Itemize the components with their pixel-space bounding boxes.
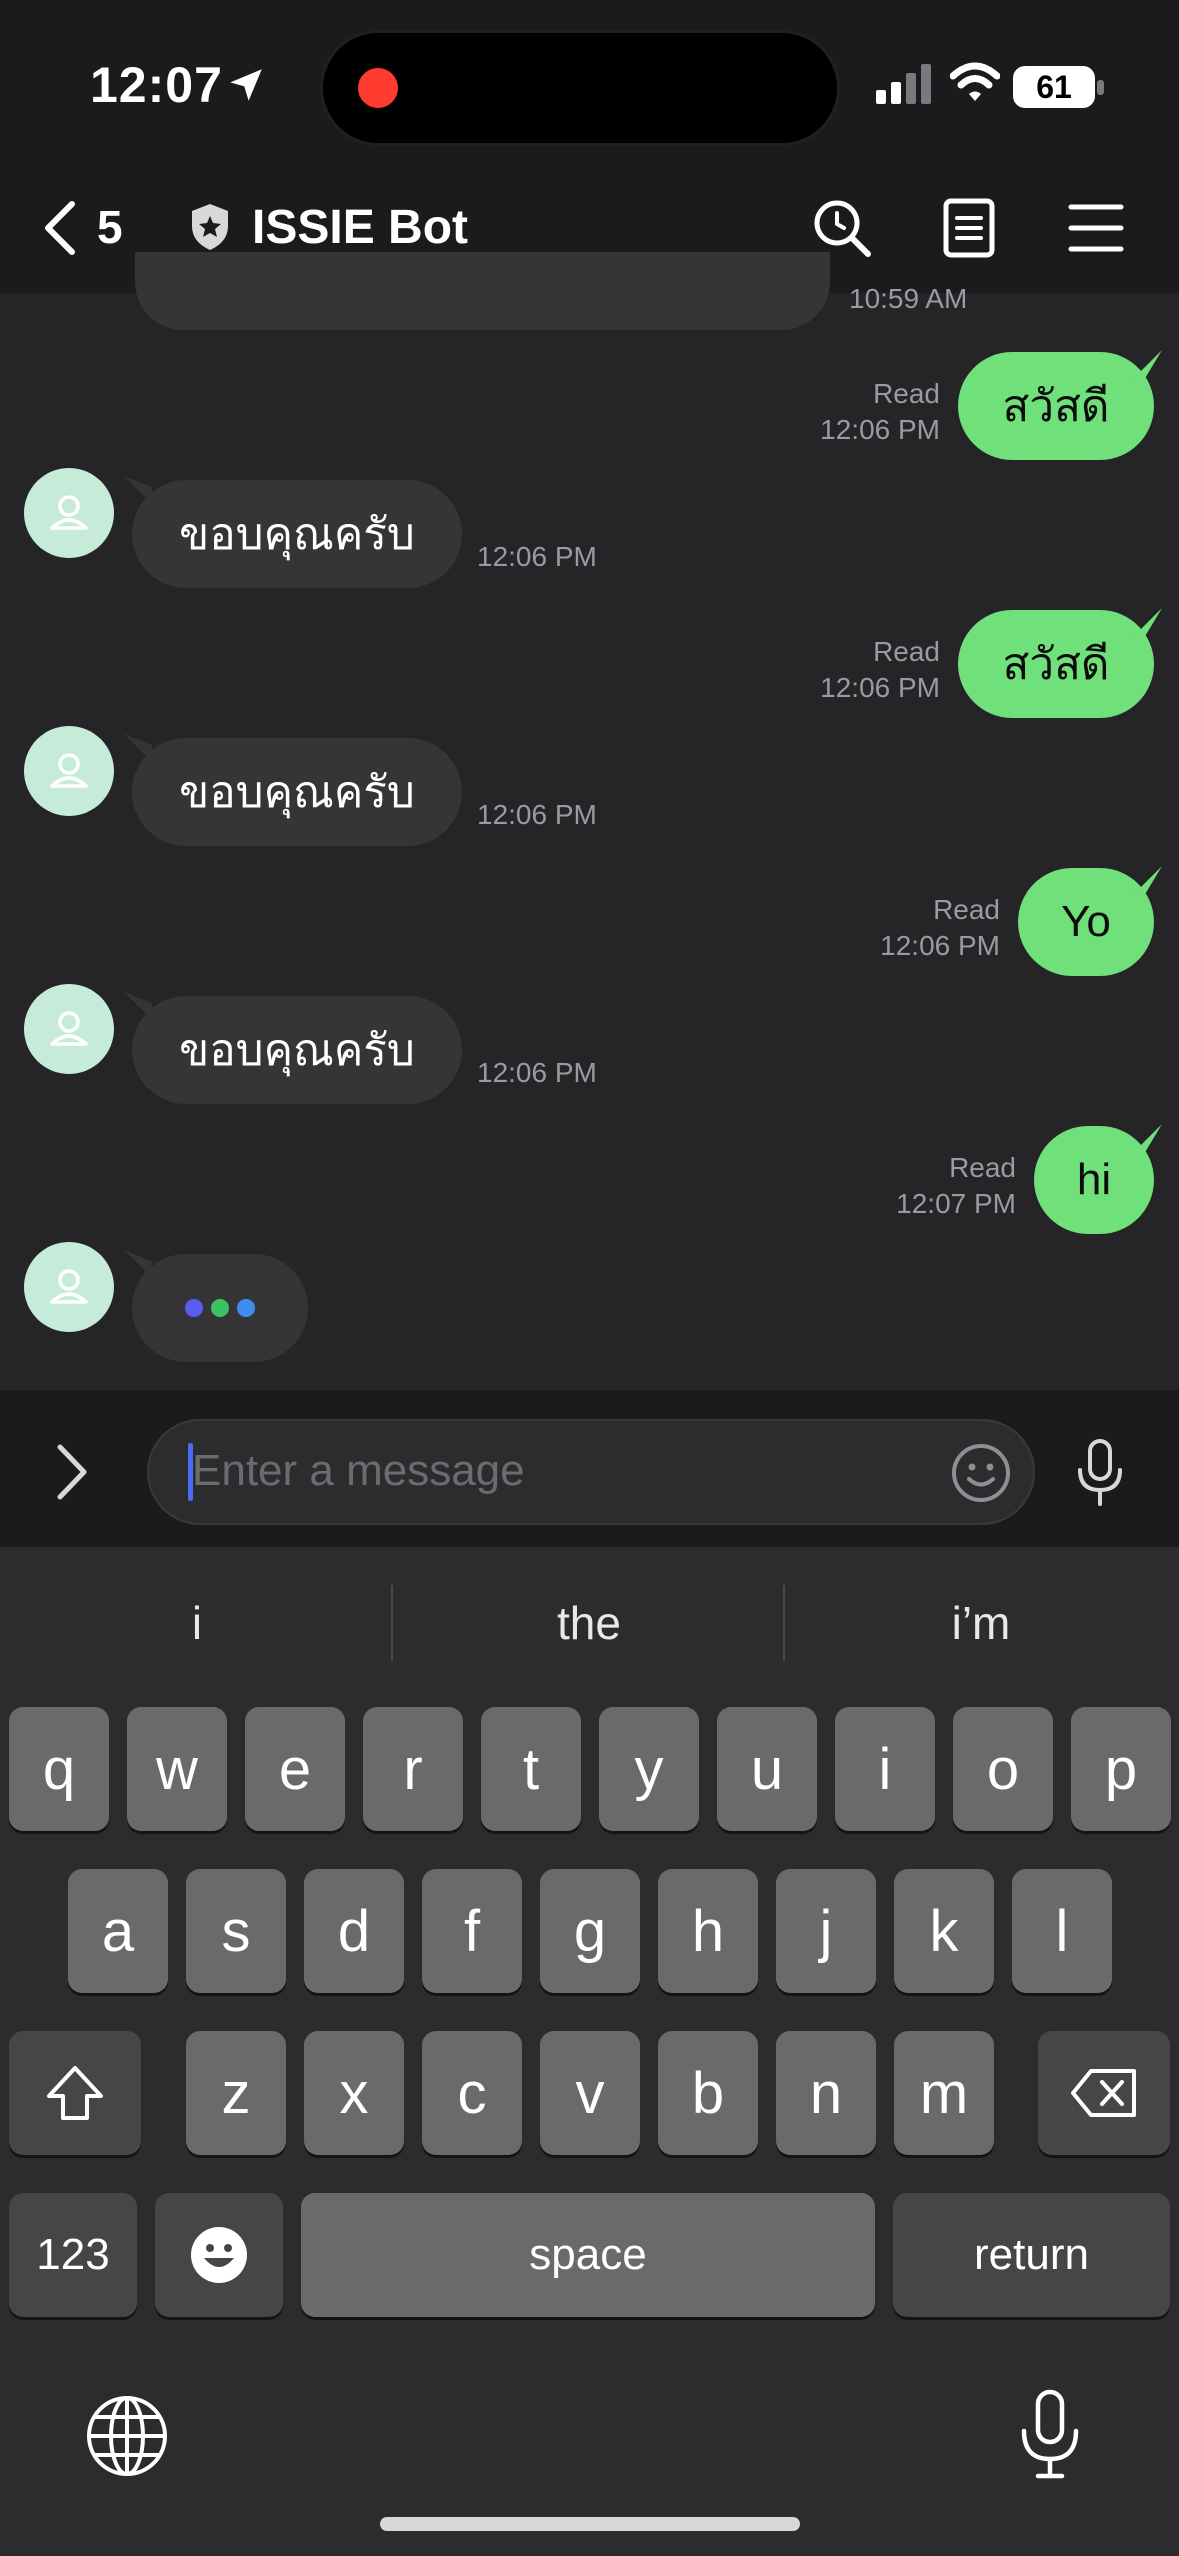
microphone-icon[interactable] [1074,1438,1126,1508]
message-input-placeholder: Enter a message [192,1446,525,1495]
message-meta: Read 12:06 PM [700,634,940,706]
chat-title: ISSIE Bot [252,201,469,254]
key-j[interactable]: j [776,1869,876,1993]
shield-star-icon [192,204,228,250]
read-status: Read [933,894,1000,925]
suggestion-divider [783,1585,785,1661]
person-icon [50,753,88,788]
read-status: Read [873,378,940,409]
key-x[interactable]: x [304,2031,404,2155]
backspace-icon [1071,2069,1136,2117]
key-r[interactable]: r [363,1707,463,1831]
battery-indicator: 61 [1013,66,1095,108]
message-time: 10:59 AM [849,283,968,314]
key-s[interactable]: s [186,1869,286,1993]
delete-key[interactable] [1038,2031,1170,2155]
key-k[interactable]: k [894,1869,994,1993]
outgoing-message[interactable]: Yo [1018,868,1154,976]
key-d[interactable]: d [304,1869,404,1993]
typing-indicator [132,1254,308,1362]
key-c[interactable]: c [422,2031,522,2155]
emoji-key[interactable] [155,2193,283,2317]
dictation-icon[interactable] [1018,2389,1082,2481]
bot-avatar[interactable] [24,984,114,1074]
key-b[interactable]: b [658,2031,758,2155]
typing-dot [185,1299,203,1317]
back-chevron-icon[interactable] [40,200,80,256]
person-icon [50,1011,88,1046]
key-z[interactable]: z [186,2031,286,2155]
home-indicator [380,2517,800,2531]
return-key[interactable]: return [893,2193,1170,2317]
key-v[interactable]: v [540,2031,640,2155]
typing-dot [237,1299,255,1317]
previous-message-bubble[interactable] [135,252,830,330]
message-time: 12:06 PM [477,799,597,830]
message-meta: Read 12:06 PM [700,376,940,448]
recording-indicator [358,68,398,108]
message-time: 12:06 PM [477,1057,597,1088]
battery-cap [1097,80,1104,95]
key-h[interactable]: h [658,1869,758,1993]
key-q[interactable]: q [9,1707,109,1831]
outgoing-message[interactable]: สวัสดี [958,610,1154,718]
unread-count[interactable]: 5 [97,200,123,254]
emoji-icon[interactable] [950,1442,1012,1504]
suggestion-1[interactable]: i [2,1596,392,1650]
message-time: 12:06 PM [820,672,940,703]
suggestion-divider [391,1585,393,1661]
outgoing-message[interactable]: สวัสดี [958,352,1154,460]
key-y[interactable]: y [599,1707,699,1831]
key-m[interactable]: m [894,2031,994,2155]
globe-icon[interactable] [84,2393,170,2479]
space-key[interactable]: space [301,2193,875,2317]
dynamic-island [320,30,840,146]
notes-icon[interactable] [942,198,996,258]
suggestion-2[interactable]: the [394,1596,784,1650]
key-o[interactable]: o [953,1707,1053,1831]
incoming-message[interactable]: ขอบคุณครับ [132,480,462,588]
suggestion-3[interactable]: i’m [786,1596,1176,1650]
message-time: 12:06 PM [477,541,597,572]
chevron-right-icon[interactable] [54,1443,90,1501]
person-icon [50,1269,88,1304]
emoji-icon [191,2227,247,2283]
battery-level: 61 [1036,68,1072,105]
key-g[interactable]: g [540,1869,640,1993]
outgoing-message[interactable]: hi [1034,1126,1154,1234]
key-u[interactable]: u [717,1707,817,1831]
shift-key[interactable] [9,2031,141,2155]
key-p[interactable]: p [1071,1707,1171,1831]
incoming-message[interactable]: ขอบคุณครับ [132,996,462,1104]
bot-avatar[interactable] [24,726,114,816]
key-a[interactable]: a [68,1869,168,1993]
key-i[interactable]: i [835,1707,935,1831]
search-icon[interactable] [810,196,874,260]
typing-dot [211,1299,229,1317]
message-time: 12:07 PM [896,1188,1016,1219]
shift-icon [47,2066,103,2120]
key-t[interactable]: t [481,1707,581,1831]
location-arrow-icon [230,69,262,101]
person-icon [50,495,88,530]
bot-avatar[interactable] [24,468,114,558]
key-l[interactable]: l [1012,1869,1112,1993]
status-time: 12:07 [90,57,223,113]
read-status: Read [949,1152,1016,1183]
key-e[interactable]: e [245,1707,345,1831]
bot-avatar[interactable] [24,1242,114,1332]
message-meta: Read 12:07 PM [776,1150,1016,1222]
incoming-message[interactable]: ขอบคุณครับ [132,738,462,846]
read-status: Read [873,636,940,667]
key-n[interactable]: n [776,2031,876,2155]
message-time: 12:06 PM [820,414,940,445]
message-meta: Read 12:06 PM [760,892,1000,964]
cellular-signal-icon [876,64,931,104]
wifi-icon [950,62,1000,101]
numbers-key[interactable]: 123 [9,2193,137,2317]
key-f[interactable]: f [422,1869,522,1993]
message-time: 12:06 PM [880,930,1000,961]
menu-icon[interactable] [1068,202,1124,254]
key-w[interactable]: w [127,1707,227,1831]
